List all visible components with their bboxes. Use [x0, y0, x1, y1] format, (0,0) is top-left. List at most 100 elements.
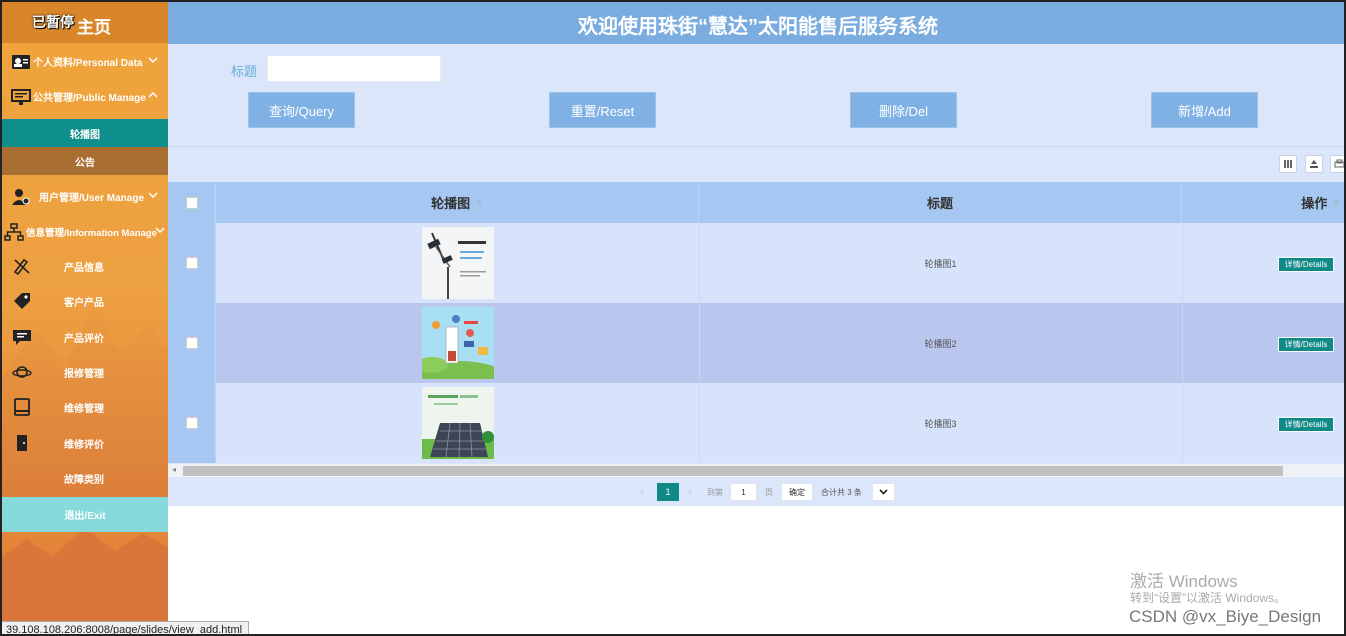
sidebar-item-product-review[interactable]: 产品评价 [2, 320, 168, 355]
row-checkbox[interactable] [186, 257, 198, 269]
paused-label: 已暂停 [32, 14, 74, 30]
column-action[interactable]: 操作 ⇕ [1182, 182, 1344, 223]
book-icon [14, 398, 30, 416]
sidebar-item-label: 产品信息 [64, 263, 104, 274]
menu-public-manage-label: 公共管理/Public Manage [33, 93, 146, 104]
chevron-down-icon [148, 192, 158, 199]
sidebar-item-fault-category[interactable]: 故障类别 [2, 461, 168, 496]
chevron-down-icon [148, 57, 158, 64]
column-image-label: 轮播图 [431, 196, 471, 211]
total-count: 合计共 3 条 [821, 488, 862, 497]
sort-icon: ⇕ [1333, 198, 1340, 207]
column-image[interactable]: 轮播图 ⇕ [216, 182, 699, 223]
prev-page-icon[interactable]: ‹ [640, 486, 644, 498]
slide-thumbnail[interactable] [422, 387, 494, 459]
sidebar-item-label: 轮播图 [70, 129, 100, 141]
menu-user-manage-label: 用户管理/User Manage [39, 193, 145, 204]
sidebar-item-customer-product[interactable]: 客户产品 [2, 284, 168, 319]
page-current[interactable]: 1 [657, 483, 679, 501]
pencil-ruler-icon [13, 258, 30, 275]
sidebar-item-maintenance-review[interactable]: 维修评价 [2, 426, 168, 461]
slide-thumbnail[interactable] [422, 227, 494, 299]
chevron-down-icon [155, 227, 165, 234]
sidebar-item-label: 维修管理 [64, 404, 104, 415]
goto-label: 到第 [707, 488, 723, 497]
exit-button[interactable]: 退出/Exit [2, 497, 168, 532]
menu-information-manage[interactable]: 信息管理/Information Manage [2, 214, 168, 249]
menu-public-manage[interactable]: 公共管理/Public Manage [2, 79, 168, 114]
comment-icon [13, 330, 31, 345]
row-title: 轮播图2 [924, 339, 957, 349]
horizontal-scrollbar[interactable]: ◂ [168, 464, 1344, 477]
sidebar-item-label: 故障类别 [64, 475, 104, 486]
browser-status-url: 39.108.108.206:8008/page/slides/view_add… [2, 621, 250, 634]
columns-icon[interactable] [1279, 155, 1297, 173]
slide-thumbnail[interactable] [422, 307, 494, 379]
monitor-icon [11, 88, 31, 105]
menu-personal-data[interactable]: 个人资料/Personal Data [2, 44, 168, 79]
sort-icon: ⇕ [476, 198, 483, 207]
app-window: 已暂停 主页 个人资料/Personal Data 公共管理/Public Ma… [0, 0, 1346, 636]
sidebar-item-maintenance[interactable]: 维修管理 [2, 390, 168, 425]
select-all-checkbox[interactable] [185, 196, 198, 209]
door-icon [17, 435, 27, 451]
sidebar-item-repair-request[interactable]: 报修管理 [2, 355, 168, 390]
details-button[interactable]: 详情/Details [1278, 257, 1334, 272]
table-row: 轮播图1 详情/Details [168, 223, 1344, 303]
search-title-input[interactable] [267, 55, 441, 82]
sidebar-item-label: 公告 [75, 157, 95, 169]
page-input[interactable]: 1 [730, 483, 757, 501]
home-link[interactable]: 主页 [77, 13, 111, 38]
id-card-icon [12, 54, 30, 69]
delete-button[interactable]: 删除/Del [850, 92, 957, 128]
details-button[interactable]: 详情/Details [1278, 417, 1334, 432]
page-title: 欢迎使用珠街“慧达”太阳能售后服务系统 [578, 16, 938, 38]
next-page-icon[interactable]: › [688, 486, 692, 498]
query-button[interactable]: 查询/Query [248, 92, 355, 128]
chevron-up-icon [148, 91, 158, 98]
page-size-select[interactable] [872, 483, 895, 501]
sidebar-item-notice[interactable]: 公告 [2, 147, 168, 175]
windows-activation-hint: 转到“设置”以激活 Windows。 [1130, 591, 1287, 605]
row-checkbox[interactable] [186, 337, 198, 349]
table-row: 轮播图3 详情/Details [168, 383, 1344, 463]
row-checkbox[interactable] [186, 417, 198, 429]
column-title-label: 标题 [926, 196, 953, 211]
sidebar-item-product-info[interactable]: 产品信息 [2, 249, 168, 284]
scrollbar-thumb[interactable] [183, 466, 1283, 476]
column-action-label: 操作 [1301, 196, 1328, 211]
sidebar-item-label: 客户产品 [64, 298, 104, 309]
export-icon[interactable] [1305, 155, 1323, 173]
chevron-down-icon [879, 489, 888, 495]
planet-icon [12, 366, 32, 378]
search-title-label: 标题 [231, 64, 258, 79]
page-unit-label: 页 [765, 488, 773, 497]
table-row: 轮播图2 详情/Details [168, 303, 1344, 383]
print-icon[interactable] [1330, 155, 1344, 173]
add-button[interactable]: 新增/Add [1151, 92, 1258, 128]
main-content: 标题 查询/Query 重置/Reset 删除/Del 新增/Add 轮播图 ⇕… [168, 44, 1344, 506]
column-title: 标题 [699, 182, 1182, 223]
sidebar-header: 已暂停 主页 [2, 2, 168, 43]
reset-button[interactable]: 重置/Reset [549, 92, 656, 128]
sidebar-item-label: 产品评价 [64, 334, 104, 345]
sitemap-icon [4, 222, 24, 241]
row-title: 轮播图1 [924, 259, 957, 269]
user-gear-icon [12, 188, 30, 205]
menu-information-manage-label: 信息管理/Information Manage [26, 227, 157, 239]
top-bar: 欢迎使用珠街“慧达”太阳能售后服务系统 [168, 2, 1344, 44]
confirm-button[interactable]: 确定 [781, 483, 813, 501]
details-button[interactable]: 详情/Details [1278, 337, 1334, 352]
csdn-watermark: CSDN @vx_Biye_Design [1129, 607, 1322, 626]
pagination: ‹ 1 › 到第 1 页 确定 合计共 3 条 [168, 482, 1344, 506]
tag-icon [14, 293, 30, 309]
row-title: 轮播图3 [924, 419, 957, 429]
menu-user-manage[interactable]: 用户管理/User Manage [2, 179, 168, 214]
table-header: 轮播图 ⇕ 标题 操作 ⇕ [168, 182, 1344, 223]
scroll-left-icon[interactable]: ◂ [172, 465, 176, 474]
exit-label: 退出/Exit [64, 511, 106, 522]
menu-personal-data-label: 个人资料/Personal Data [33, 58, 143, 69]
sidebar-item-label: 维修评价 [64, 440, 104, 451]
sidebar-item-slides[interactable]: 轮播图 [2, 119, 168, 147]
select-all-cell [168, 182, 216, 223]
